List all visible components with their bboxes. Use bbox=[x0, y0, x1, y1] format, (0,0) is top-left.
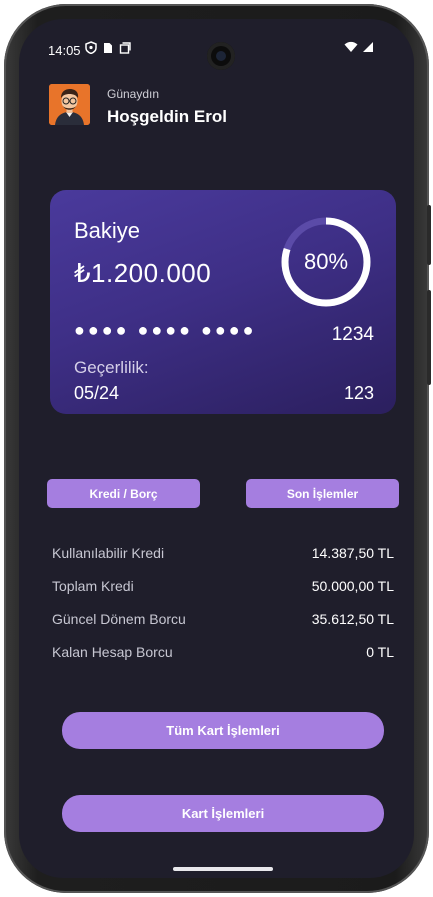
progress-percent: 80% bbox=[303, 249, 349, 274]
avatar[interactable] bbox=[49, 84, 90, 125]
card-expiry-date: 05/24 bbox=[74, 383, 120, 403]
status-icons-left bbox=[85, 41, 131, 54]
screen-icon bbox=[119, 41, 131, 54]
info-value: 50.000,00 TL bbox=[311, 578, 394, 594]
tab-recent-transactions[interactable]: Son İşlemler bbox=[246, 479, 399, 508]
signal-icon bbox=[363, 42, 373, 52]
info-value: 14.387,50 TL bbox=[311, 545, 394, 561]
info-row-total-credit: Toplam Kredi 50.000,00 TL bbox=[52, 578, 394, 598]
card-masked-number: ●●●● ●●●● ●●●● bbox=[74, 320, 257, 340]
wifi-icon bbox=[344, 41, 358, 52]
info-label: Kullanılabilir Kredi bbox=[52, 545, 165, 561]
info-value: 0 TL bbox=[366, 644, 394, 660]
power-button bbox=[427, 290, 431, 385]
balance-card[interactable]: Bakiye ₺1.200.000 80% ●●●● ●●●● ●●●● 123… bbox=[50, 190, 396, 414]
card-label: Bakiye bbox=[74, 218, 141, 243]
sim-card-icon bbox=[104, 42, 112, 53]
info-label: Güncel Dönem Borcu bbox=[52, 611, 186, 627]
info-label: Toplam Kredi bbox=[52, 578, 134, 594]
greeting-subtitle: Günaydın bbox=[107, 87, 160, 101]
info-row-available-credit: Kullanılabilir Kredi 14.387,50 TL bbox=[52, 545, 394, 565]
card-transactions-button[interactable]: Kart İşlemleri bbox=[62, 795, 384, 832]
shield-icon bbox=[85, 41, 97, 54]
all-card-transactions-button[interactable]: Tüm Kart İşlemleri bbox=[62, 712, 384, 749]
card-balance: ₺1.200.000 bbox=[74, 258, 212, 288]
greeting-title: Hoşgeldin Erol bbox=[107, 107, 227, 126]
card-cvv: 123 bbox=[343, 383, 374, 403]
home-indicator[interactable] bbox=[173, 867, 273, 871]
info-label: Kalan Hesap Borcu bbox=[52, 644, 173, 660]
volume-button bbox=[427, 205, 431, 265]
status-time: 14:05 bbox=[48, 43, 81, 58]
info-value: 35.612,50 TL bbox=[311, 611, 394, 627]
card-valid-label: Geçerlilik: bbox=[74, 358, 149, 377]
front-camera bbox=[207, 42, 235, 70]
status-bar: 14:05 bbox=[19, 19, 414, 75]
status-icons-right bbox=[344, 41, 374, 53]
tab-credit-debt[interactable]: Kredi / Borç bbox=[47, 479, 200, 508]
app-screen: 14:05 Günaydın Hoşgeldin Erol Bakiye ₺1.… bbox=[19, 19, 414, 878]
info-row-current-period-debt: Güncel Dönem Borcu 35.612,50 TL bbox=[52, 611, 394, 631]
info-row-remaining-debt: Kalan Hesap Borcu 0 TL bbox=[52, 644, 394, 664]
card-last-digits: 1234 bbox=[331, 324, 374, 345]
